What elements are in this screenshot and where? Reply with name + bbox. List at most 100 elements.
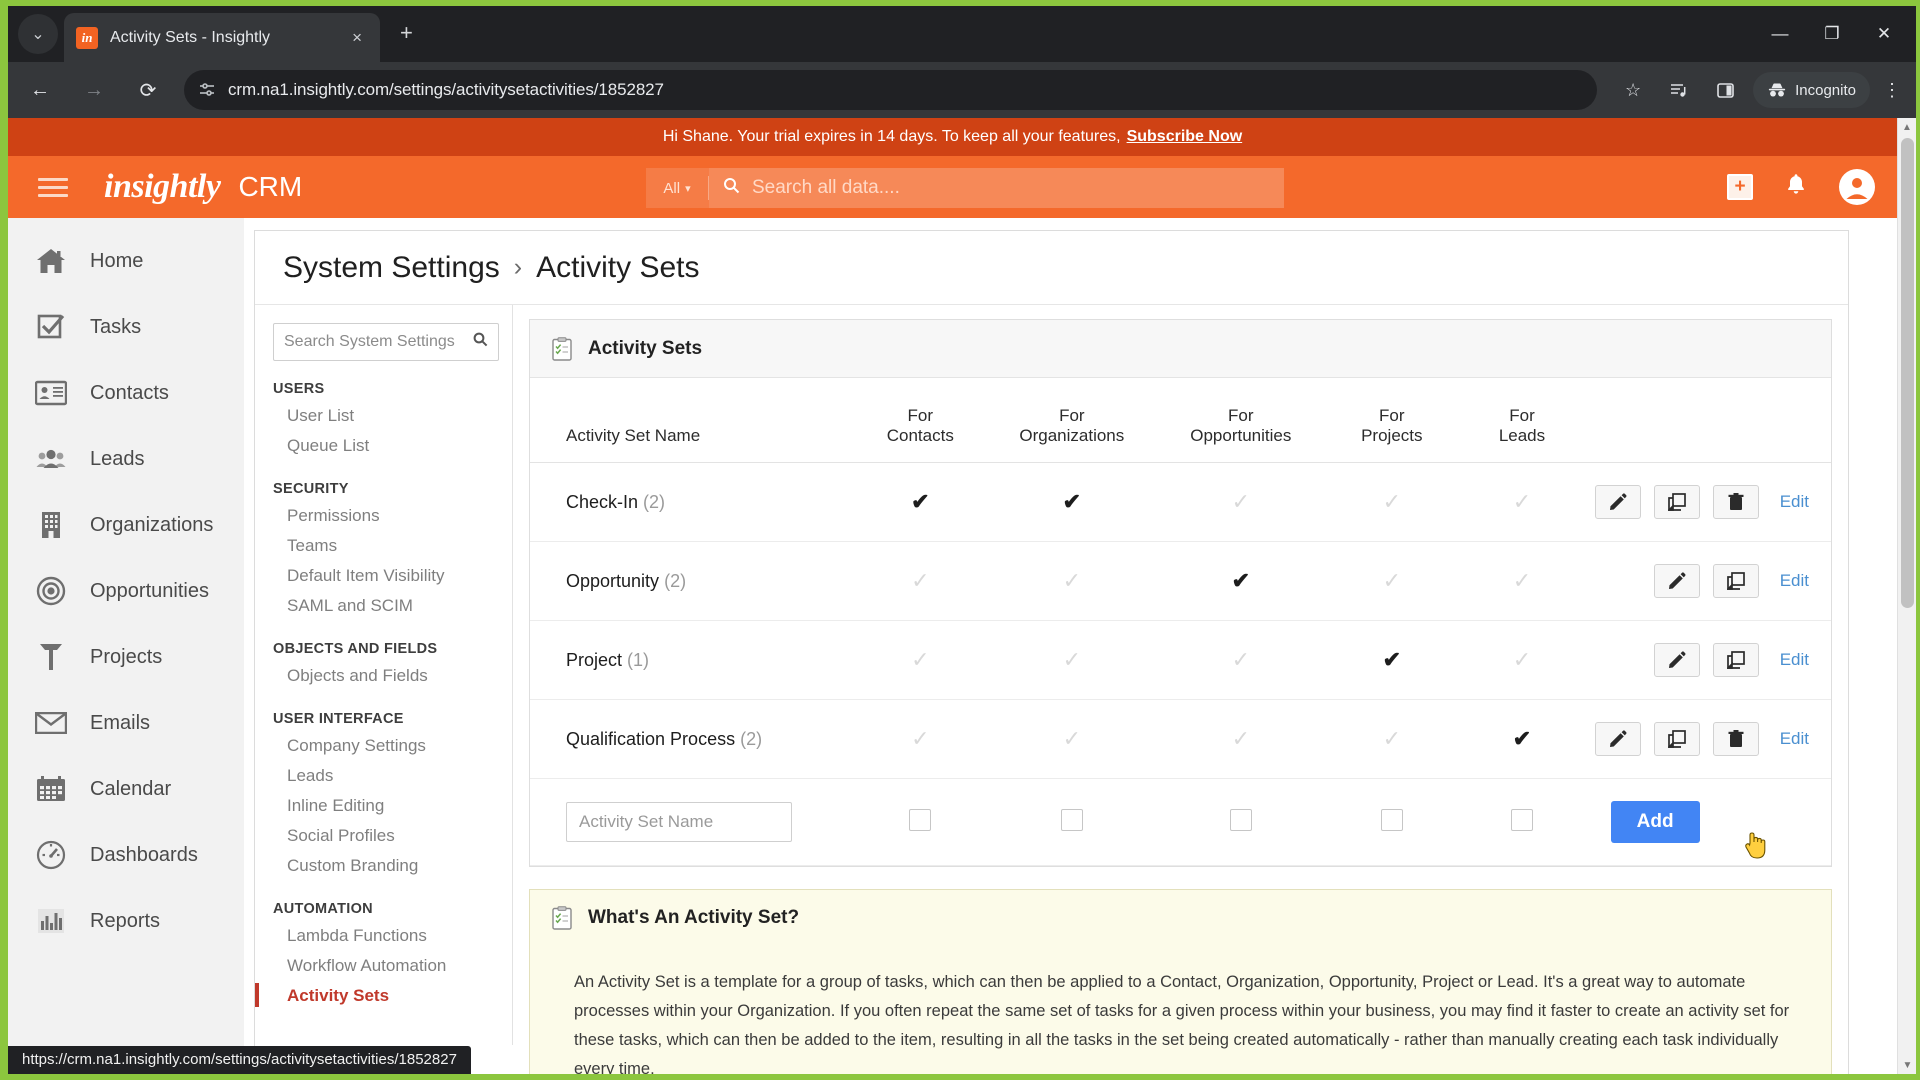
reload-button[interactable]: ⟳: [126, 68, 170, 112]
sidebar-item-organizations[interactable]: Organizations: [8, 492, 244, 558]
hamburger-icon[interactable]: [38, 177, 68, 197]
add-new-icon[interactable]: +: [1727, 174, 1753, 200]
settings-link-default-item-visibility[interactable]: Default Item Visibility: [273, 561, 512, 591]
flag-for-leads: ✓: [1457, 620, 1587, 700]
back-button[interactable]: ←: [18, 68, 62, 112]
sidebar-label: Organizations: [90, 513, 214, 536]
sidebar-item-reports[interactable]: Reports: [8, 888, 244, 954]
window-minimize-button[interactable]: —: [1754, 12, 1806, 56]
settings-link-saml-and-scim[interactable]: SAML and SCIM: [273, 591, 512, 621]
edit-link[interactable]: Edit: [1780, 729, 1809, 748]
edit-link[interactable]: Edit: [1780, 492, 1809, 511]
forward-button[interactable]: →: [72, 68, 116, 112]
edit-link[interactable]: Edit: [1780, 571, 1809, 590]
settings-link-custom-branding[interactable]: Custom Branding: [273, 851, 512, 881]
edit-pencil-button[interactable]: [1594, 485, 1641, 519]
delete-button[interactable]: [1712, 722, 1759, 756]
bookmark-star-icon[interactable]: ☆: [1611, 70, 1655, 110]
brand-logo[interactable]: insightly: [104, 168, 221, 206]
new-tab-button[interactable]: +: [400, 22, 413, 44]
page-scrollbar[interactable]: ▲ ▼: [1897, 118, 1916, 1074]
add-button[interactable]: Add: [1610, 801, 1700, 843]
column-for-leads: For Leads: [1457, 378, 1587, 463]
new-activity-set-name-input[interactable]: Activity Set Name: [566, 802, 792, 842]
settings-link-permissions[interactable]: Permissions: [273, 501, 512, 531]
sidebar-item-projects[interactable]: Projects: [8, 624, 244, 690]
activity-count: (1): [627, 649, 650, 670]
checkbox-for-opportunities[interactable]: [1229, 808, 1252, 831]
settings-search-input[interactable]: Search System Settings: [273, 323, 499, 361]
info-card-title: What's An Activity Set?: [588, 907, 800, 928]
header-actions: +: [1727, 169, 1875, 205]
table-row[interactable]: Project (1) ✓ ✓ ✓ ✔ ✓ Edit: [530, 620, 1831, 700]
browser-tab[interactable]: in Activity Sets - Insightly ×: [64, 13, 380, 62]
settings-link-teams[interactable]: Teams: [273, 531, 512, 561]
sidebar-label: Emails: [90, 711, 151, 734]
copy-button[interactable]: [1653, 722, 1700, 756]
edit-pencil-button[interactable]: [1594, 722, 1641, 756]
search-scope-dropdown[interactable]: All ▾: [646, 168, 708, 208]
subscribe-now-link[interactable]: Subscribe Now: [1127, 128, 1243, 146]
checkbox-for-contacts[interactable]: [909, 808, 932, 831]
settings-link-objects-and-fields[interactable]: Objects and Fields: [273, 661, 512, 691]
settings-group-title: USER INTERFACE: [273, 711, 404, 727]
tasks-checkbox-icon: [34, 310, 68, 344]
bell-icon[interactable]: [1785, 172, 1807, 203]
settings-link-company-settings[interactable]: Company Settings: [273, 731, 512, 761]
scroll-down-arrow-icon[interactable]: ▼: [1898, 1056, 1916, 1074]
scroll-up-arrow-icon[interactable]: ▲: [1898, 118, 1916, 136]
settings-group-title: AUTOMATION: [273, 901, 373, 917]
edit-pencil-button[interactable]: [1653, 564, 1700, 598]
settings-link-workflow-automation[interactable]: Workflow Automation: [273, 951, 512, 981]
tab-close-icon[interactable]: ×: [346, 28, 368, 48]
checkbox-for-organizations[interactable]: [1060, 808, 1083, 831]
checkbox-for-leads[interactable]: [1510, 808, 1533, 831]
browser-menu-icon[interactable]: ⋮: [1872, 70, 1912, 110]
search-input[interactable]: Search all data....: [709, 168, 1284, 208]
side-panel-icon[interactable]: [1703, 70, 1747, 110]
table-row[interactable]: Check-In (2) ✔ ✔ ✓ ✓ ✓ Edit: [530, 462, 1831, 542]
table-row[interactable]: Qualification Process (2) ✓ ✓ ✓ ✓ ✔ Edit: [530, 699, 1831, 779]
edit-link[interactable]: Edit: [1780, 650, 1809, 669]
window-maximize-button[interactable]: ❐: [1806, 12, 1858, 56]
activity-sets-card: Activity Sets Activity Set Name For Cont…: [529, 319, 1832, 867]
table-row[interactable]: Opportunity (2) ✓ ✓ ✔ ✓ ✓ Edit: [530, 541, 1831, 621]
reports-bar-chart-icon: [34, 904, 68, 938]
copy-button[interactable]: [1712, 564, 1759, 598]
sidebar-item-contacts[interactable]: Contacts: [8, 360, 244, 426]
window-close-button[interactable]: ✕: [1858, 12, 1910, 56]
address-bar[interactable]: crm.na1.insightly.com/settings/activitys…: [184, 70, 1598, 110]
settings-link-user-list[interactable]: User List: [273, 401, 512, 431]
page-info-icon[interactable]: [198, 81, 216, 99]
sidebar-item-calendar[interactable]: Calendar: [8, 756, 244, 822]
settings-link-inline-editing[interactable]: Inline Editing: [273, 791, 512, 821]
breadcrumb-root[interactable]: System Settings: [283, 251, 500, 285]
check-on-icon: ✔: [911, 489, 930, 514]
settings-link-activity-sets[interactable]: Activity Sets: [255, 981, 512, 1011]
scrollbar-thumb[interactable]: [1901, 138, 1914, 608]
settings-link-lambda-functions[interactable]: Lambda Functions: [273, 921, 512, 951]
sidebar-item-opportunities[interactable]: Opportunities: [8, 558, 244, 624]
tab-title: Activity Sets - Insightly: [110, 28, 271, 46]
settings-group-user-interface: USER INTERFACE Company Settings Leads In…: [273, 711, 512, 881]
delete-button[interactable]: [1712, 485, 1759, 519]
incognito-indicator[interactable]: Incognito: [1753, 72, 1870, 108]
sidebar-item-leads[interactable]: Leads: [8, 426, 244, 492]
sidebar-item-dashboards[interactable]: Dashboards: [8, 822, 244, 888]
tab-search-chevron-icon[interactable]: ⌄: [18, 14, 58, 54]
reading-list-icon[interactable]: [1657, 70, 1701, 110]
edit-pencil-button[interactable]: [1653, 643, 1700, 677]
sidebar-item-tasks[interactable]: Tasks: [8, 294, 244, 360]
settings-link-queue-list[interactable]: Queue List: [273, 431, 512, 461]
settings-link-leads[interactable]: Leads: [273, 761, 512, 791]
settings-search-placeholder: Search System Settings: [284, 333, 455, 350]
sidebar-label: Tasks: [90, 315, 142, 338]
checkbox-for-projects[interactable]: [1380, 808, 1403, 831]
column-line2: Contacts: [886, 426, 954, 445]
copy-button[interactable]: [1653, 485, 1700, 519]
sidebar-item-emails[interactable]: Emails: [8, 690, 244, 756]
user-avatar[interactable]: [1839, 169, 1875, 205]
copy-button[interactable]: [1712, 643, 1759, 677]
settings-link-social-profiles[interactable]: Social Profiles: [273, 821, 512, 851]
sidebar-item-home[interactable]: Home: [8, 228, 244, 294]
